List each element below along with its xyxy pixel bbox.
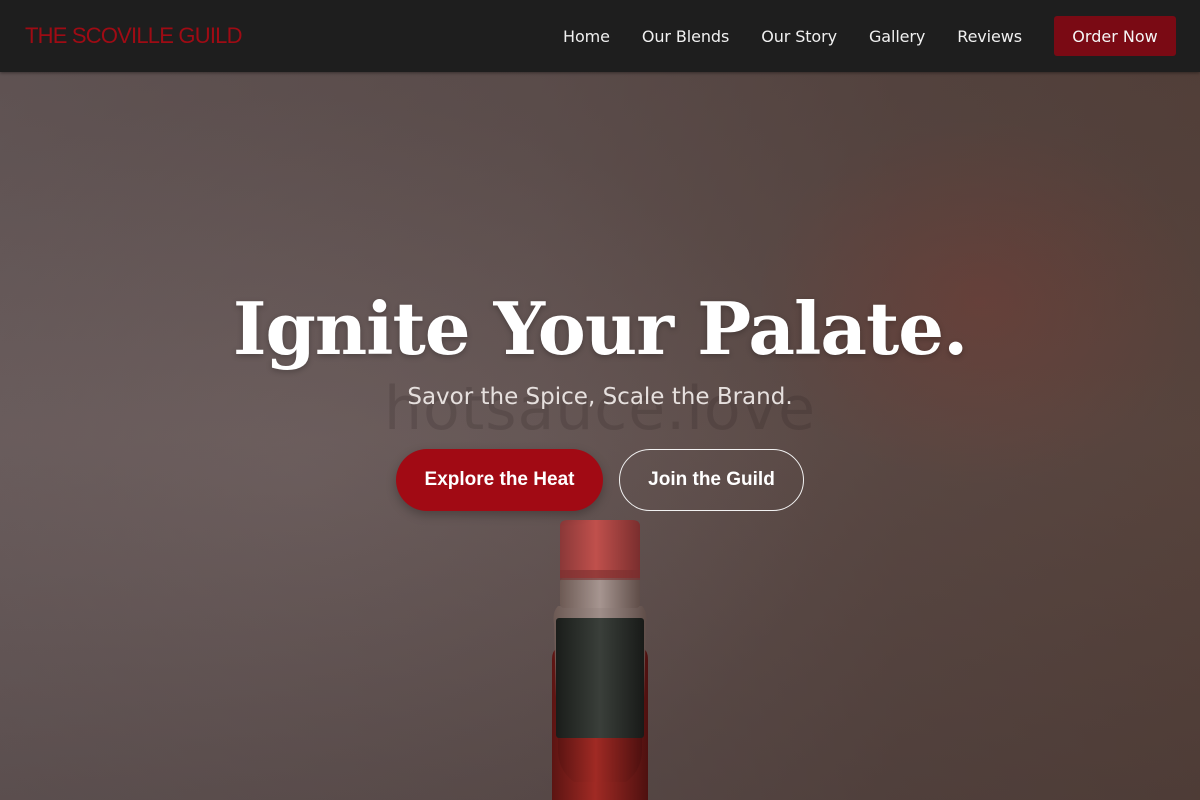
hero-headline: Ignite Your Palate. <box>232 286 968 371</box>
explore-the-heat-button[interactable]: Explore the Heat <box>396 449 603 511</box>
nav-links: Home Our Blends Our Story Gallery Review… <box>563 27 1022 46</box>
hero-cta-group: Explore the Heat Join the Guild <box>396 449 804 511</box>
brand-logo[interactable]: THE SCOVILLE GUILD <box>25 23 242 49</box>
hero-subheadline: Savor the Spice, Scale the Brand. <box>407 384 793 410</box>
nav-link-our-blends[interactable]: Our Blends <box>642 27 729 46</box>
hot-sauce-bottle-image <box>552 520 648 800</box>
join-the-guild-button[interactable]: Join the Guild <box>619 449 804 511</box>
nav-link-gallery[interactable]: Gallery <box>869 27 925 46</box>
order-now-button[interactable]: Order Now <box>1054 16 1176 56</box>
nav-link-home[interactable]: Home <box>563 27 610 46</box>
nav-link-our-story[interactable]: Our Story <box>761 27 837 46</box>
nav-link-reviews[interactable]: Reviews <box>957 27 1022 46</box>
hero-section: hotsauce.love Ignite Your Palate. Savor … <box>0 72 1200 800</box>
navbar: THE SCOVILLE GUILD Home Our Blends Our S… <box>0 0 1200 72</box>
